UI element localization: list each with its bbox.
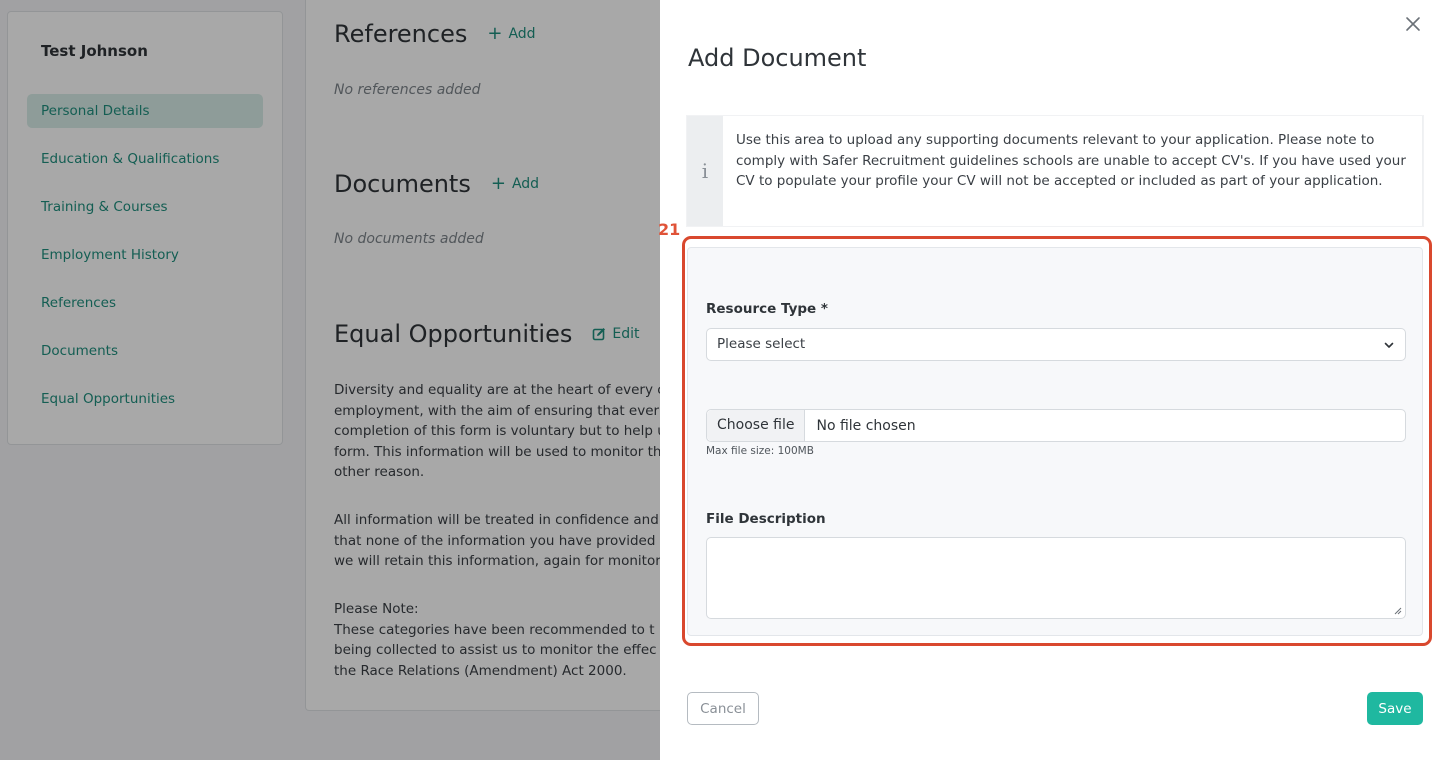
- cancel-button[interactable]: Cancel: [687, 692, 759, 725]
- annotation-highlight-box: [682, 236, 1432, 646]
- info-text: Use this area to upload any supporting d…: [736, 132, 1406, 189]
- save-button[interactable]: Save: [1367, 692, 1423, 725]
- info-icon: i: [701, 159, 709, 183]
- close-icon[interactable]: [1403, 14, 1423, 34]
- info-strip: i: [687, 116, 723, 226]
- modal-backdrop[interactable]: [0, 0, 660, 760]
- info-callout: i Use this area to upload any supporting…: [687, 116, 1423, 226]
- add-document-drawer: Add Document i Use this area to upload a…: [658, 0, 1437, 760]
- drawer-title: Add Document: [688, 44, 867, 72]
- annotation-label: 21: [658, 220, 681, 239]
